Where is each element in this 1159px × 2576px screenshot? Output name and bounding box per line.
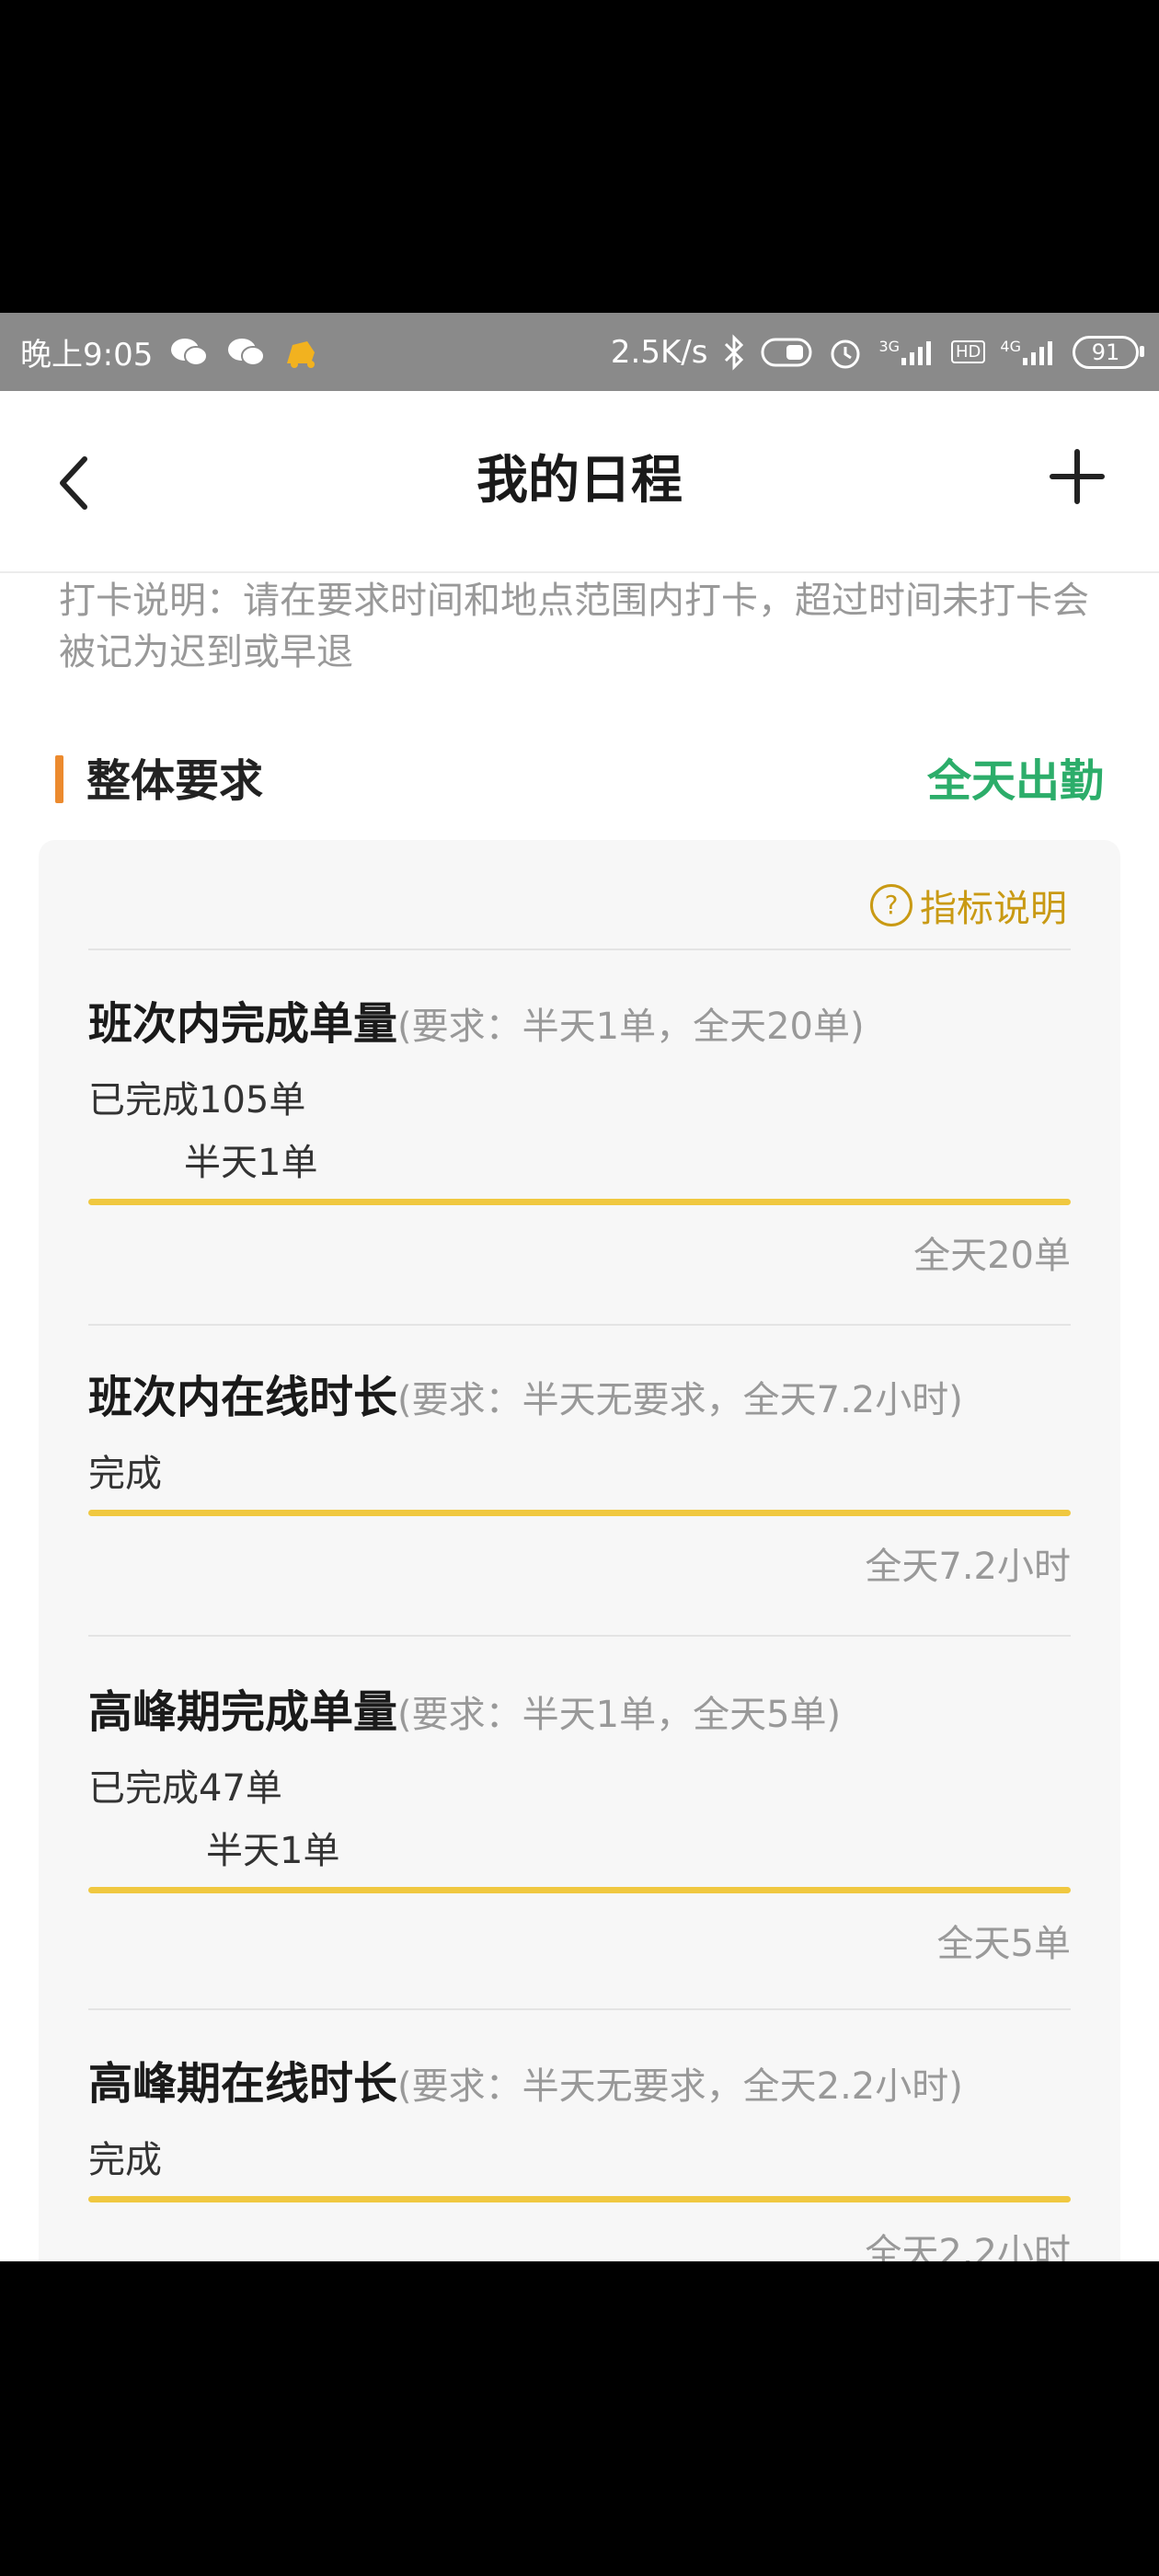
metrics-help-label: 指标说明 <box>920 888 1067 930</box>
section-header: 整体要求 全天出勤 <box>55 741 1104 814</box>
metric-title: 高峰期在线时长 <box>88 2058 398 2110</box>
bottom-letterbox <box>0 2261 1159 2576</box>
app-header: 我的日程 <box>0 391 1159 573</box>
progress-bar <box>88 1510 1071 1516</box>
progress-bar <box>88 1887 1071 1893</box>
divider <box>88 2008 1071 2010</box>
question-icon: ? <box>870 884 912 926</box>
metric-title: 班次内完成单量 <box>88 998 398 1050</box>
wechat-icon <box>169 336 210 369</box>
wechat-icon <box>226 336 267 369</box>
divider <box>88 1635 1071 1637</box>
section-title: 整体要求 <box>86 755 264 807</box>
page-title: 我的日程 <box>476 451 683 511</box>
metric-title: 高峰期完成单量 <box>88 1686 398 1738</box>
app-screen: 我的日程 打卡说明：请在要求时间和地点范围内打卡，超过时间未打卡会被记为迟到或早… <box>0 391 1159 2261</box>
plus-icon <box>1050 449 1105 504</box>
progress-bar <box>88 1199 1071 1205</box>
metric-item: 高峰期在线时长(要求：半天无要求，全天2.2小时) 完成 全天2.2小时 <box>88 2047 1071 2261</box>
metric-title: 班次内在线时长 <box>88 1372 398 1423</box>
metric-requirement: (要求：半天1单，全天20单) <box>397 1006 865 1048</box>
attendance-status: 全天出勤 <box>926 755 1104 807</box>
metric-title-row: 班次内在线时长(要求：半天无要求，全天7.2小时) <box>88 1361 1071 1425</box>
metric-item: 班次内在线时长(要求：半天无要求，全天7.2小时) 完成 全天7.2小时 <box>88 1361 1071 1590</box>
half-day-marker-label: 半天1单 <box>206 1830 340 1872</box>
delivery-app-icon <box>283 336 320 369</box>
progress-bar <box>88 2196 1071 2202</box>
status-bar: 晚上9:05 2.5K/s 3G HD 4G 91 <box>0 313 1159 391</box>
metric-item: 高峰期完成单量(要求：半天1单，全天5单) 已完成47单 半天1单 全天5单 <box>88 1675 1071 1967</box>
checkin-notice: 打卡说明：请在要求时间和地点范围内打卡，超过时间未打卡会被记为迟到或早退 <box>59 580 1089 673</box>
signal-4g-icon: 4G <box>1000 338 1058 367</box>
battery-icon: 91 <box>1073 335 1144 369</box>
full-day-target-label: 全天7.2小时 <box>865 1546 1071 1588</box>
full-day-target-label: 全天20单 <box>913 1235 1071 1277</box>
alarm-icon <box>827 334 864 371</box>
vibrate-toggle-icon <box>761 338 812 367</box>
metrics-help-link[interactable]: ? 指标说明 <box>870 879 1067 932</box>
add-button[interactable] <box>1049 448 1106 505</box>
metric-completed: 已完成105单 <box>88 1079 306 1121</box>
metric-completed: 已完成47单 <box>88 1767 282 1810</box>
metric-requirement: (要求：半天1单，全天5单) <box>397 1694 842 1736</box>
metric-completed: 完成 <box>88 1453 162 1495</box>
network-speed: 2.5K/s <box>610 333 708 371</box>
section-accent-bar <box>55 755 63 803</box>
top-letterbox <box>0 0 1159 313</box>
status-time: 晚上9:05 <box>20 337 154 374</box>
signal-3g-icon: 3G <box>878 338 936 367</box>
metric-requirement: (要求：半天无要求，全天2.2小时) <box>397 2065 963 2108</box>
metric-item: 班次内完成单量(要求：半天1单，全天20单) 已完成105单 半天1单 全天20… <box>88 987 1071 1279</box>
metric-title-row: 高峰期完成单量(要求：半天1单，全天5单) <box>88 1675 1071 1740</box>
full-day-target-label: 全天5单 <box>936 1923 1071 1965</box>
half-day-marker-label: 半天1单 <box>184 1142 318 1184</box>
bluetooth-icon <box>722 333 746 371</box>
metric-title-row: 班次内完成单量(要求：半天1单，全天20单) <box>88 987 1071 1052</box>
hd-icon: HD <box>951 340 986 363</box>
divider <box>88 1324 1071 1326</box>
metric-completed: 完成 <box>88 2139 162 2181</box>
metric-title-row: 高峰期在线时长(要求：半天无要求，全天2.2小时) <box>88 2047 1071 2111</box>
divider <box>88 949 1071 950</box>
requirements-card: ? 指标说明 班次内完成单量(要求：半天1单，全天20单) 已完成105单 半天… <box>39 840 1120 2261</box>
metric-requirement: (要求：半天无要求，全天7.2小时) <box>397 1379 963 1421</box>
full-day-target-label: 全天2.2小时 <box>865 2232 1071 2261</box>
